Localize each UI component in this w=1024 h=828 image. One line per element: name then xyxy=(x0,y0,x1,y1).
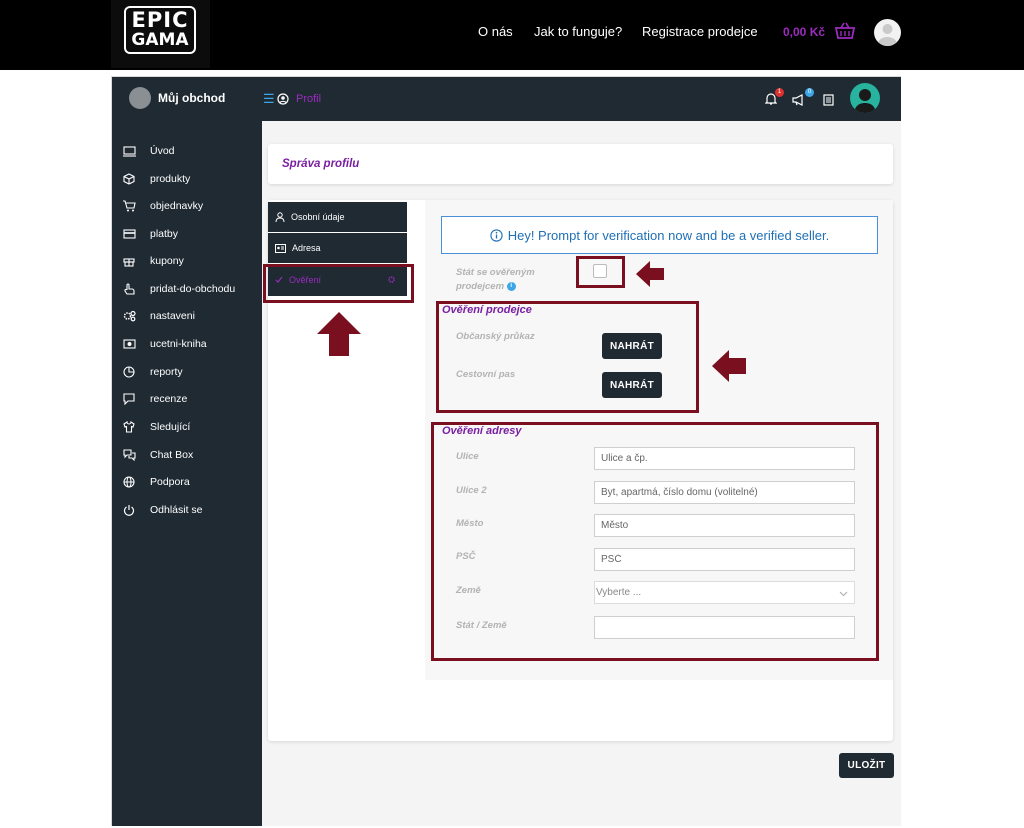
sidebar-item-label: ucetni-kniha xyxy=(150,338,207,350)
megaphone-icon[interactable] xyxy=(792,93,806,111)
page-title-card: Správa profilu xyxy=(268,144,893,184)
logo-text-line1: EPIC xyxy=(131,8,189,32)
logo-mark: EPIC GAMA xyxy=(124,6,196,54)
app-user-avatar[interactable] xyxy=(850,83,880,113)
sidebar: Úvod produkty objednavky platby kupony p… xyxy=(112,121,262,826)
nav-link-seller-registration[interactable]: Registrace prodejce xyxy=(642,24,758,39)
sidebar-item-label: Úvod xyxy=(150,145,175,157)
sidebar-item-label: platby xyxy=(150,228,179,240)
money-icon xyxy=(122,337,136,351)
tab-address[interactable]: Adresa xyxy=(268,233,407,264)
pie-chart-icon xyxy=(122,365,136,379)
sidebar-item-reporty[interactable]: reporty xyxy=(122,362,257,382)
shirt-icon xyxy=(122,420,136,434)
page-title: Správa profilu xyxy=(282,158,360,170)
gift-icon xyxy=(122,254,136,268)
sidebar-item-chat-box[interactable]: Chat Box xyxy=(122,445,257,465)
breadcrumb[interactable]: Profil xyxy=(296,93,321,105)
power-icon xyxy=(122,503,136,517)
store-name[interactable]: Můj obchod xyxy=(158,91,225,105)
sidebar-item-platby[interactable]: platby xyxy=(122,224,257,244)
annotation-box-checkbox xyxy=(576,256,625,288)
tab-label: Adresa xyxy=(292,243,321,253)
sidebar-item-objednavky[interactable]: objednavky xyxy=(122,196,257,216)
verified-seller-label-line1: Stát se ověřeným xyxy=(456,267,535,278)
sidebar-item-produkty[interactable]: produkty xyxy=(122,169,257,189)
notification-badge: 1 xyxy=(775,88,784,97)
sidebar-item-odhlasit-se[interactable]: Odhlásit se xyxy=(122,500,257,520)
sidebar-item-label: Podpora xyxy=(150,476,190,488)
basket-icon[interactable] xyxy=(834,20,856,47)
address-card-icon xyxy=(275,243,286,253)
sidebar-item-label: pridat-do-obchodu xyxy=(150,283,236,295)
cart-icon xyxy=(122,199,136,213)
globe-icon xyxy=(122,475,136,489)
sidebar-item-sledujici[interactable]: Sledující xyxy=(122,417,257,437)
user-icon xyxy=(275,212,285,222)
sidebar-item-label: objednavky xyxy=(150,200,204,212)
sidebar-item-label: Sledující xyxy=(150,421,191,433)
hamburger-menu-icon[interactable]: ☰ xyxy=(263,92,275,105)
sidebar-item-label: kupony xyxy=(150,255,184,267)
save-button[interactable]: ULOŽIT xyxy=(839,753,894,778)
arrow-left-annotation-icon xyxy=(636,261,664,287)
verification-alert: Hey! Prompt for verification now and be … xyxy=(441,216,878,254)
info-icon xyxy=(490,228,503,242)
info-badge-icon[interactable]: i xyxy=(506,281,516,291)
document-icon[interactable] xyxy=(823,93,834,111)
sidebar-item-podpora[interactable]: Podpora xyxy=(122,472,257,492)
nav-link-how-it-works[interactable]: Jak to funguje? xyxy=(534,24,622,39)
annotation-box-verification-tab xyxy=(263,264,414,303)
sidebar-item-kupony[interactable]: kupony xyxy=(122,251,257,271)
site-header: EPIC GAMA O nás Jak to funguje? Registra… xyxy=(0,0,1024,70)
box-icon xyxy=(122,172,136,186)
verified-seller-label: Stát se ověřeným prodejcem i xyxy=(456,266,535,294)
app-header: Můj obchod ☰ Profil 1 0 xyxy=(112,77,901,121)
site-user-avatar[interactable] xyxy=(874,19,901,46)
site-logo[interactable]: EPIC GAMA xyxy=(111,0,210,68)
arrow-up-annotation-icon xyxy=(317,312,361,356)
nav-link-about[interactable]: O nás xyxy=(478,24,513,39)
credit-card-icon xyxy=(122,227,136,241)
user-circle-icon xyxy=(277,92,289,110)
sidebar-item-ucetni-kniha[interactable]: ucetni-kniha xyxy=(122,334,257,354)
annotation-box-address-verification xyxy=(431,422,879,661)
chat-icon xyxy=(122,448,136,462)
sidebar-item-label: nastaveni xyxy=(150,310,195,322)
alert-text: Hey! Prompt for verification now and be … xyxy=(507,227,830,243)
sidebar-item-label: recenze xyxy=(150,393,188,405)
hand-pointer-icon xyxy=(122,282,136,296)
tab-personal-info[interactable]: Osobní údaje xyxy=(268,202,407,233)
tab-label: Osobní údaje xyxy=(291,212,345,222)
sidebar-item-label: produkty xyxy=(150,173,191,185)
annotation-box-seller-verification xyxy=(436,301,699,413)
cart-amount[interactable]: 0,00 Kč xyxy=(783,25,825,39)
sidebar-item-uvod[interactable]: Úvod xyxy=(122,141,257,161)
sidebar-item-recenze[interactable]: recenze xyxy=(122,389,257,409)
logo-text-line2: GAMA xyxy=(131,30,189,50)
sidebar-item-pridat-do-obchodu[interactable]: pridat-do-obchodu xyxy=(122,279,257,299)
comment-icon xyxy=(122,392,136,406)
sidebar-item-label: reporty xyxy=(150,366,183,378)
arrow-left-annotation-icon xyxy=(712,350,746,382)
monitor-icon xyxy=(122,144,136,158)
verified-seller-label-line2: prodejcem xyxy=(456,281,505,292)
gears-icon xyxy=(122,309,136,323)
announcement-badge: 0 xyxy=(805,88,814,97)
sidebar-item-label: Odhlásit se xyxy=(150,504,203,516)
sidebar-item-nastaveni[interactable]: nastaveni xyxy=(122,306,257,326)
store-logo-icon xyxy=(129,87,151,109)
sidebar-item-label: Chat Box xyxy=(150,449,194,461)
